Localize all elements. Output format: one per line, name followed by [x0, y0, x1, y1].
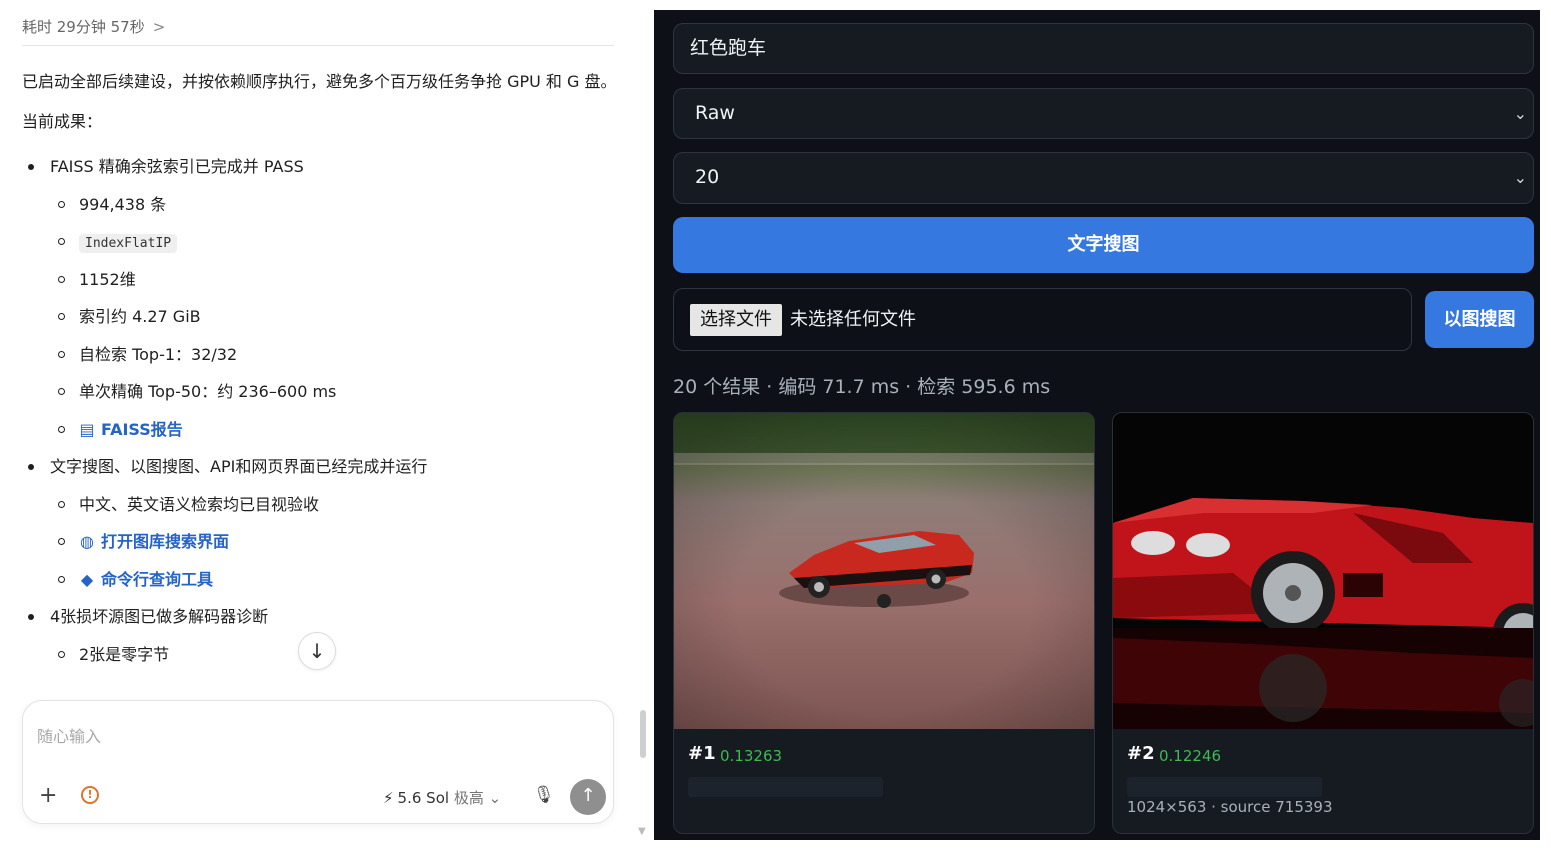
- elapsed-label: 耗时 29分钟 57秒: [22, 18, 145, 36]
- window: 耗时 29分钟 57秒 > 已启动全部后续建设，并按依赖顺序执行，避免多个百万级任…: [10, 10, 1540, 840]
- redacted-filename: [688, 777, 883, 797]
- plus-icon[interactable]: +: [39, 783, 57, 808]
- message-input[interactable]: 随心输入: [37, 723, 101, 747]
- result-image: [1113, 413, 1533, 729]
- send-button[interactable]: ↑: [570, 779, 606, 815]
- result-score: 0.13263: [720, 747, 783, 765]
- result-rank: #1: [688, 743, 716, 764]
- cli-tool-link[interactable]: ◆ 命令行查询工具: [79, 570, 213, 589]
- list-item: ◆ 命令行查询工具: [22, 561, 622, 599]
- choose-file-button[interactable]: 选择文件: [690, 304, 782, 336]
- inline-code: IndexFlatIP: [79, 234, 178, 253]
- list-item: 4张损坏源图已做多解码器诊断: [22, 598, 622, 636]
- document-icon: ▤: [79, 419, 95, 439]
- lightning-icon: ⚡: [383, 789, 394, 807]
- list-item: ◍ 打开图库搜索界面: [22, 523, 622, 561]
- list-item: FAISS 精确余弦索引已完成并 PASS: [22, 148, 622, 186]
- mode-select-value: Raw: [695, 102, 735, 124]
- divider: [22, 45, 614, 46]
- results-list: FAISS 精确余弦索引已完成并 PASS 994,438 条 IndexFla…: [22, 148, 622, 673]
- list-item: 文字搜图、以图搜图、API和网页界面已经完成并运行: [22, 448, 622, 486]
- message-composer: 随心输入 + ! ⚡ 5.6 Sol 极高 ⌄ 🎙 ↑: [22, 700, 614, 824]
- arrow-down-icon: ↓: [308, 639, 326, 663]
- chat-pane: 耗时 29分钟 57秒 > 已启动全部后续建设，并按依赖顺序执行，避免多个百万级任…: [10, 10, 654, 840]
- chevron-down-icon: ⌄: [1513, 104, 1527, 123]
- list-item: 索引约 4.27 GiB: [22, 298, 622, 336]
- python-icon: ◆: [80, 569, 94, 589]
- result-score: 0.12246: [1159, 747, 1222, 765]
- result-image: [674, 413, 1094, 729]
- text-search-button[interactable]: 文字搜图: [673, 217, 1534, 273]
- list-item: IndexFlatIP: [22, 223, 622, 261]
- open-search-ui-link[interactable]: ◍ 打开图库搜索界面: [79, 532, 229, 551]
- list-item: 自检索 Top-1：32/32: [22, 336, 622, 374]
- list-item: 中文、英文语义检索均已目视验收: [22, 486, 622, 524]
- result-rank: #2: [1127, 743, 1155, 764]
- list-item: ▤ FAISS报告: [22, 411, 622, 449]
- chevron-down-icon: ⌄: [1513, 168, 1527, 187]
- results-heading: 当前成果：: [22, 112, 103, 131]
- globe-icon: ◍: [80, 532, 94, 551]
- scroll-down-arrow-icon[interactable]: ▼: [638, 826, 646, 837]
- list-item: 单次精确 Top-50：约 236–600 ms: [22, 373, 622, 411]
- list-item: 994,438 条: [22, 186, 622, 224]
- chevron-down-icon: ⌄: [488, 789, 502, 807]
- microphone-icon[interactable]: 🎙: [533, 785, 555, 805]
- assistant-message: 已启动全部后续建设，并按依赖顺序执行，避免多个百万级任务争抢 GPU 和 G 盘…: [22, 68, 622, 673]
- open-search-ui-label: 打开图库搜索界面: [101, 532, 230, 551]
- model-name: 5.6 Sol: [397, 789, 450, 807]
- faiss-report-link[interactable]: ▤ FAISS报告: [79, 419, 183, 439]
- scrollbar-thumb[interactable]: [640, 710, 646, 758]
- result-card[interactable]: #2 0.12246 1024×563 · source 715393: [1112, 412, 1534, 834]
- scroll-to-bottom-button[interactable]: ↓: [298, 632, 336, 670]
- elapsed-time[interactable]: 耗时 29分钟 57秒 >: [22, 16, 165, 37]
- effort-level: 极高: [453, 789, 484, 807]
- chevron-right-icon: >: [152, 18, 166, 36]
- search-query-input[interactable]: 红色跑车: [673, 23, 1534, 74]
- topk-select-value: 20: [695, 166, 720, 188]
- result-card[interactable]: #1 0.13263: [673, 412, 1095, 834]
- model-selector[interactable]: ⚡ 5.6 Sol 极高 ⌄: [383, 787, 501, 808]
- file-input: 选择文件 未选择任何文件: [673, 288, 1412, 351]
- topk-select[interactable]: 20 ⌄: [673, 152, 1534, 204]
- shield-icon[interactable]: !: [81, 786, 99, 804]
- faiss-report-label: FAISS报告: [101, 419, 183, 439]
- redacted-filename: [1127, 777, 1322, 797]
- image-search-button[interactable]: 以图搜图: [1425, 291, 1534, 348]
- search-pane: 红色跑车 Raw ⌄ 20 ⌄ 文字搜图 选择文件 未选择任何文件 以图搜图 2…: [654, 10, 1540, 840]
- arrow-up-icon: ↑: [580, 785, 596, 806]
- intro-text: 已启动全部后续建设，并按依赖顺序执行，避免多个百万级任务争抢 GPU 和 G 盘…: [22, 72, 617, 91]
- results-summary: 20 个结果 · 编码 71.7 ms · 检索 595.6 ms: [673, 376, 1051, 398]
- mode-select[interactable]: Raw ⌄: [673, 88, 1534, 139]
- result-meta: 1024×563 · source 715393: [1127, 798, 1333, 816]
- list-item: 1152维: [22, 261, 622, 299]
- cli-tool-label: 命令行查询工具: [101, 569, 214, 589]
- file-status: 未选择任何文件: [790, 309, 916, 330]
